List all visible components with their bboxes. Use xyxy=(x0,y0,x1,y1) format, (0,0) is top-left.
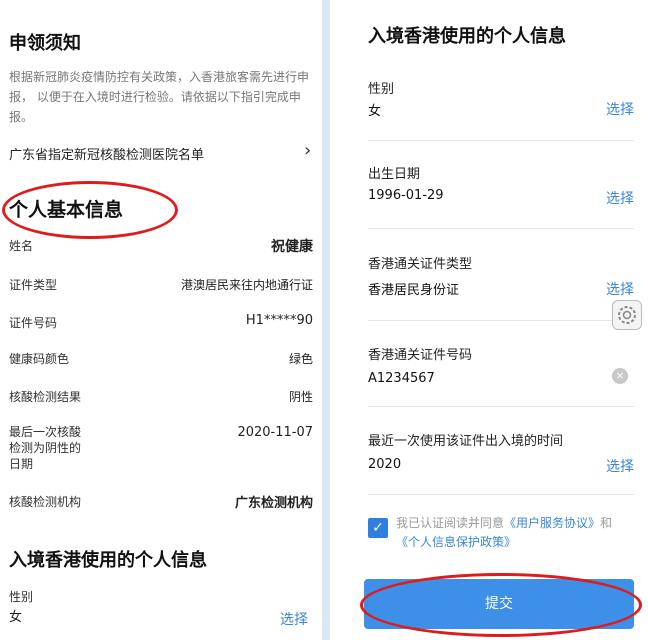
user-agreement-link[interactable]: 《用户服务协议》 xyxy=(504,516,600,530)
hospital-list-link[interactable]: 广东省指定新冠核酸检测医院名单 › xyxy=(0,140,322,170)
clear-icon[interactable]: × xyxy=(612,368,628,384)
privacy-policy-link[interactable]: 《个人信息保护政策》 xyxy=(396,535,516,549)
notice-text: 根据新冠肺炎疫情防控有关政策，入香港旅客需先进行申报， 以便于在入境时进行检验。… xyxy=(9,70,310,124)
divider xyxy=(368,406,634,407)
health-code-value: 绿色 xyxy=(288,352,313,366)
gear-icon xyxy=(618,306,636,324)
agreement-text: 我已认证阅读并同意《用户服务协议》和《个人信息保护政策》 xyxy=(396,514,636,552)
hk-section-title: 入境香港使用的个人信息 xyxy=(9,550,207,571)
test-result-label: 核酸检测结果 xyxy=(9,390,82,404)
hk-id-type-value: 香港居民身份证 xyxy=(368,283,460,298)
divider xyxy=(368,494,634,495)
hk-id-type-label: 香港通关证件类型 xyxy=(368,257,473,272)
gender-value: 女 xyxy=(368,104,382,119)
name-value: 祝健康 xyxy=(271,239,313,255)
divider xyxy=(368,228,634,229)
name-label: 姓名 xyxy=(9,239,34,253)
gender-value: 女 xyxy=(9,610,23,625)
id-number-value: H1*****90 xyxy=(245,313,313,328)
agree-mid: 和 xyxy=(600,516,613,530)
agree-prefix: 我已认证阅读并同意 xyxy=(396,516,505,530)
hk-id-number-label: 香港通关证件号码 xyxy=(368,348,473,363)
check-icon: ✓ xyxy=(372,520,384,536)
gender-label: 性别 xyxy=(9,590,34,604)
birthdate-choose-button[interactable]: 选择 xyxy=(606,188,634,208)
id-type-value: 港澳居民来往内地通行证 xyxy=(180,278,313,292)
test-agency-value: 广东检测机构 xyxy=(234,496,313,511)
id-number-label: 证件号码 xyxy=(9,316,58,330)
gender-choose-button[interactable]: 选择 xyxy=(606,99,634,119)
divider xyxy=(368,140,634,141)
last-crossing-choose-button[interactable]: 选择 xyxy=(606,456,634,476)
last-negative-date-label: 最后一次核酸检测为阴性的日期 xyxy=(9,425,82,471)
gender-choose-button[interactable]: 选择 xyxy=(280,609,308,629)
annotation-ellipse xyxy=(2,181,178,239)
notice-title: 申领须知 xyxy=(9,33,81,54)
hk-id-number-input[interactable]: A1234567 xyxy=(368,371,435,386)
health-code-label: 健康码颜色 xyxy=(9,352,70,366)
agree-checkbox[interactable]: ✓ xyxy=(368,518,388,538)
test-result-value: 阴性 xyxy=(288,390,313,404)
page-title: 入境香港使用的个人信息 xyxy=(368,26,566,47)
right-screen: 入境香港使用的个人信息 性别 女 选择 出生日期 1996-01-29 选择 香… xyxy=(330,0,648,640)
divider xyxy=(368,320,634,321)
birthdate-value: 1996-01-29 xyxy=(368,188,444,203)
test-agency-label: 核酸检测机构 xyxy=(9,495,82,509)
last-negative-date-value: 2020-11-07 xyxy=(237,425,313,440)
annotation-ellipse xyxy=(360,573,642,637)
hospital-list-label: 广东省指定新冠核酸检测医院名单 xyxy=(9,148,205,163)
hk-id-type-choose-button[interactable]: 选择 xyxy=(606,279,634,299)
id-type-label: 证件类型 xyxy=(9,278,58,292)
floating-settings-button[interactable] xyxy=(612,300,642,330)
last-crossing-label: 最近一次使用该证件出入境的时间 xyxy=(368,434,564,449)
gender-label: 性别 xyxy=(368,82,395,97)
chevron-right-icon: › xyxy=(304,140,312,161)
last-crossing-value: 2020 xyxy=(368,457,402,472)
left-screen: 申领须知 根据新冠肺炎疫情防控有关政策，入香港旅客需先进行申报， 以便于在入境时… xyxy=(0,0,322,640)
birthdate-label: 出生日期 xyxy=(368,167,421,182)
